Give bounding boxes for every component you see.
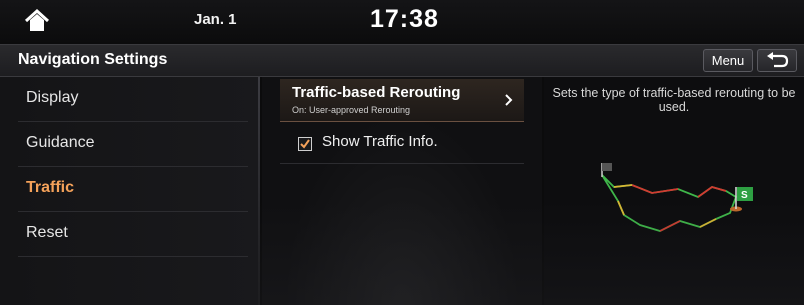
settings-list: Traffic-based Rerouting On: User-approve… bbox=[262, 77, 542, 305]
page-title: Navigation Settings bbox=[18, 51, 168, 68]
show-traffic-info-option[interactable]: Show Traffic Info. bbox=[280, 123, 524, 164]
menu-item-label: Traffic bbox=[26, 179, 75, 196]
traffic-route-illustration: S bbox=[601, 163, 753, 232]
panel-divider bbox=[258, 77, 260, 305]
screen: Jan. 1 17:38 Navigation Settings Menu Di… bbox=[0, 0, 804, 305]
checkbox-label: Show Traffic Info. bbox=[322, 133, 438, 150]
clock: 17:38 bbox=[370, 5, 439, 33]
title-bar: Navigation Settings Menu bbox=[0, 44, 804, 77]
option-description: Sets the type of traffic-based rerouting… bbox=[552, 86, 796, 114]
home-icon bbox=[24, 8, 50, 31]
back-arrow-icon bbox=[767, 52, 789, 68]
option-value: On: User-approved Rerouting bbox=[292, 105, 411, 115]
menu-item-guidance[interactable]: Guidance bbox=[18, 122, 248, 167]
menu-item-label: Guidance bbox=[26, 134, 95, 151]
menu-button[interactable]: Menu bbox=[703, 49, 753, 72]
status-bar: Jan. 1 17:38 bbox=[0, 0, 804, 42]
info-panel: Sets the type of traffic-based rerouting… bbox=[544, 77, 804, 305]
home-button[interactable] bbox=[22, 8, 52, 34]
svg-text:S: S bbox=[741, 190, 748, 201]
menu-item-reset[interactable]: Reset bbox=[18, 212, 248, 257]
traffic-rerouting-option[interactable]: Traffic-based Rerouting On: User-approve… bbox=[280, 79, 524, 122]
option-title: Traffic-based Rerouting bbox=[292, 84, 461, 101]
settings-category-menu: Display Guidance Traffic Reset bbox=[0, 77, 258, 305]
chevron-right-icon bbox=[505, 94, 513, 106]
back-button[interactable] bbox=[757, 49, 797, 72]
menu-item-display[interactable]: Display bbox=[18, 77, 248, 122]
date-label: Jan. 1 bbox=[194, 11, 237, 28]
show-traffic-checkbox[interactable] bbox=[298, 137, 312, 151]
menu-item-label: Display bbox=[26, 89, 79, 106]
menu-item-traffic[interactable]: Traffic bbox=[18, 167, 248, 212]
checkmark-icon bbox=[300, 139, 310, 149]
menu-item-label: Reset bbox=[26, 224, 68, 241]
